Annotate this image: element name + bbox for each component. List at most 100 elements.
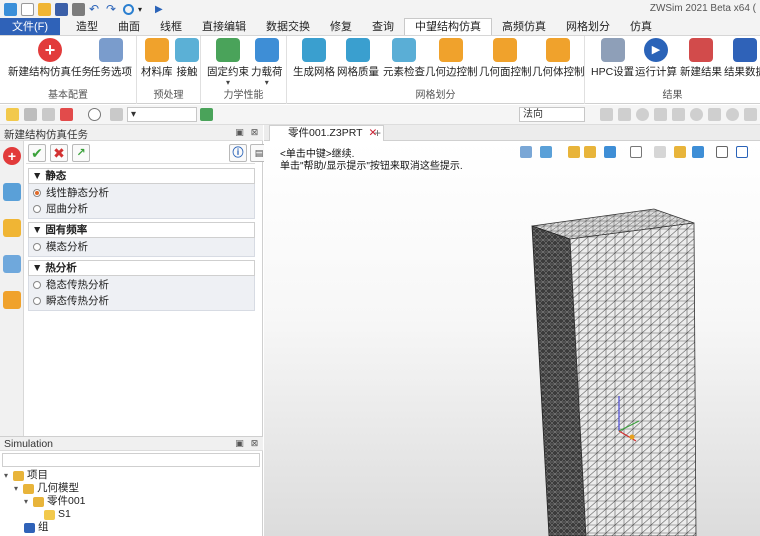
option-steady-thermal[interactable]: 稳态传热分析: [33, 278, 109, 293]
undo-icon[interactable]: ↶: [89, 3, 102, 16]
snap-circle-icon[interactable]: [636, 108, 649, 121]
selection-filter-combo[interactable]: ▾: [127, 107, 197, 122]
play-icon[interactable]: ▶: [155, 3, 168, 16]
snap-line-icon[interactable]: [618, 108, 631, 121]
print-icon[interactable]: [72, 2, 85, 16]
tab-meshing[interactable]: 网格划分: [556, 18, 620, 35]
option-transient-thermal[interactable]: 瞬态传热分析: [33, 294, 109, 309]
radio-icon: [33, 281, 41, 289]
dropdown-icon[interactable]: ▾: [138, 3, 151, 16]
view-direction-combo[interactable]: 法向: [519, 107, 585, 122]
simulation-search-input[interactable]: [2, 453, 260, 467]
snap-center-icon[interactable]: [726, 108, 739, 121]
cancel-button[interactable]: ✖: [50, 144, 68, 162]
tree-node-group[interactable]: 组: [24, 521, 49, 534]
element-check-button[interactable]: 元素检查: [383, 38, 425, 79]
snap-more-icon[interactable]: [744, 108, 757, 121]
move-icon[interactable]: [42, 108, 55, 121]
part-library-icon[interactable]: [3, 219, 21, 237]
snap-point-icon[interactable]: [600, 108, 613, 121]
left-icon-strip: +: [0, 141, 24, 436]
tab-direct-edit[interactable]: 直接编辑: [192, 18, 256, 35]
pin-icon[interactable]: ▣: [235, 439, 244, 448]
tree-node-project[interactable]: ▾ 项目: [4, 469, 48, 482]
mesh-quality-button[interactable]: 网格质量: [337, 38, 379, 79]
pin-icon[interactable]: ▣: [235, 128, 244, 137]
tab-modeling[interactable]: 造型: [66, 18, 108, 35]
chevron-down-icon[interactable]: ▾: [14, 482, 23, 495]
edge-control-button[interactable]: 几何边控制: [425, 38, 478, 79]
tab-high-freq-sim[interactable]: 高频仿真: [492, 18, 556, 35]
group-meshing: 生成网格 网格质量 元素检查 几何边控制 几何面控制 几何体控制 网格划分: [287, 36, 585, 104]
tab-simulation[interactable]: 仿真: [620, 18, 662, 35]
info-button[interactable]: ⓘ: [229, 144, 247, 162]
tab-wireframe[interactable]: 线框: [150, 18, 192, 35]
snap-target-icon[interactable]: [690, 108, 703, 121]
tree-node-part[interactable]: ▾ 零件001: [24, 495, 86, 508]
generate-mesh-button[interactable]: 生成网格: [293, 38, 335, 79]
apply-button[interactable]: ↗: [72, 144, 90, 162]
add-task-icon[interactable]: +: [3, 147, 21, 165]
tree-node-geometry[interactable]: ▾ 几何模型: [14, 482, 79, 495]
material-library-button[interactable]: 材料库: [141, 38, 173, 79]
select-icon[interactable]: [6, 108, 19, 121]
tab-repair[interactable]: 修复: [320, 18, 362, 35]
open-file-icon[interactable]: [38, 2, 51, 16]
force-load-button[interactable]: 力载荷 ▾: [251, 38, 283, 87]
close-icon[interactable]: ⊠: [250, 439, 259, 448]
3d-viewport[interactable]: <单击中键>继续. 单击"帮助/显示提示"按钮来取消这些提示.: [264, 141, 760, 536]
contact-button[interactable]: 接触: [175, 38, 199, 79]
new-file-icon[interactable]: [21, 2, 34, 16]
hpc-settings-button[interactable]: HPC设置: [591, 38, 634, 79]
group-mechanical: 固定约束 ▾ 力载荷 ▾ 力学性能: [201, 36, 287, 104]
save-icon[interactable]: [55, 2, 68, 16]
group-label-result: 结果: [662, 90, 683, 101]
force-load-icon: [254, 38, 279, 62]
snap-plane-icon[interactable]: [672, 108, 685, 121]
body-control-button[interactable]: 几何体控制: [532, 38, 585, 79]
face-control-button[interactable]: 几何面控制: [479, 38, 532, 79]
play-circle-icon: ▶: [644, 38, 668, 62]
chevron-down-icon[interactable]: ▾: [24, 495, 33, 508]
tab-structural-sim[interactable]: 中望结构仿真: [404, 18, 493, 35]
tab-query[interactable]: 查询: [362, 18, 404, 35]
new-structural-task-button[interactable]: + 新建结构仿真任务: [8, 38, 92, 79]
new-result-button[interactable]: 新建结果: [680, 38, 722, 79]
meshed-part[interactable]: [264, 141, 760, 536]
chevron-down-icon[interactable]: ▾: [4, 469, 13, 482]
new-tab-icon[interactable]: +: [374, 126, 381, 140]
document-tab-part001[interactable]: 零件001.Z3PRT ✕: [269, 125, 385, 141]
tab-file[interactable]: 文件(F): [0, 18, 61, 35]
fixed-constraint-button[interactable]: 固定约束 ▾: [207, 38, 249, 87]
sphere-icon[interactable]: [88, 108, 101, 121]
group-label-pre: 预处理: [153, 90, 184, 101]
task-options-button[interactable]: 任务选项: [90, 38, 132, 79]
option-buckling[interactable]: 屈曲分析: [33, 202, 88, 217]
add-filter-icon[interactable]: [60, 108, 73, 121]
app-logo-icon[interactable]: [4, 2, 17, 16]
body-control-icon: [546, 38, 571, 62]
user-icon[interactable]: [3, 291, 21, 309]
view-cube-icon[interactable]: [200, 108, 213, 121]
tree-node-s1[interactable]: S1: [44, 508, 71, 521]
tab-data-exchange[interactable]: 数据交换: [256, 18, 320, 35]
close-icon[interactable]: ⊠: [250, 128, 259, 137]
tab-surface[interactable]: 曲面: [108, 18, 150, 35]
option-modal[interactable]: 模态分析: [33, 240, 88, 255]
redo-icon[interactable]: ↷: [106, 3, 119, 16]
section-thermal[interactable]: ▼ 热分析: [28, 260, 255, 276]
section-natural-frequency[interactable]: ▼ 固有频率: [28, 222, 255, 238]
filter-icon[interactable]: [24, 108, 37, 121]
result-data-button[interactable]: 结果数据: [724, 38, 760, 79]
section-static[interactable]: ▼ 静态: [28, 168, 255, 184]
snap-icon[interactable]: [123, 3, 134, 15]
snap-grid-icon[interactable]: [708, 108, 721, 121]
confirm-button[interactable]: ✔: [28, 144, 46, 162]
snap-angle-icon[interactable]: [654, 108, 667, 121]
run-compute-button[interactable]: ▶ 运行计算: [635, 38, 677, 79]
display-icon[interactable]: [3, 255, 21, 273]
task-options-icon: [99, 38, 123, 62]
shape-icon[interactable]: [110, 108, 123, 121]
option-linear-static[interactable]: 线性静态分析: [33, 186, 109, 201]
history-tree-icon[interactable]: [3, 183, 21, 201]
